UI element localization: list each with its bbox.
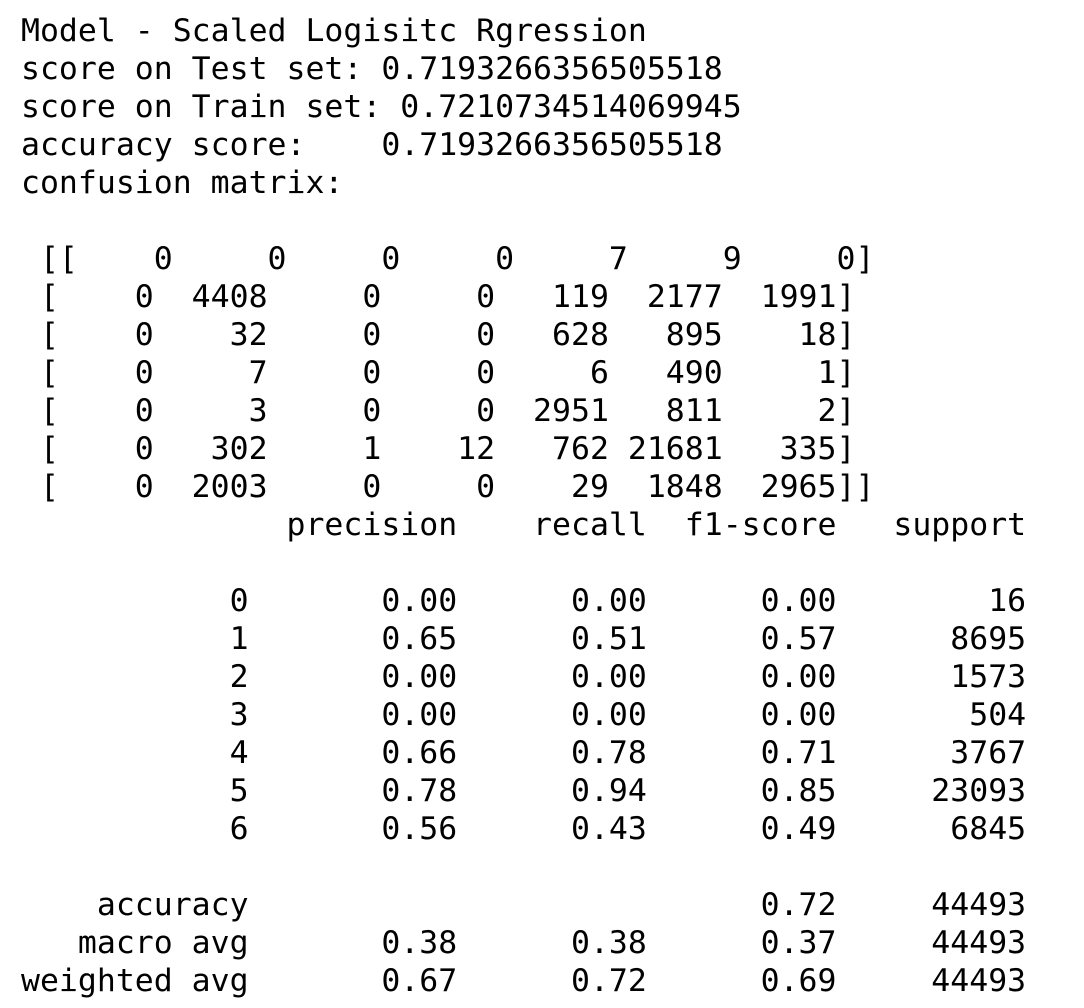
test-score-line: score on Test set: 0.7193266356505518 xyxy=(21,51,723,87)
report-row: 1 0.65 0.51 0.57 8695 xyxy=(21,621,1027,657)
report-row: 6 0.56 0.43 0.49 6845 xyxy=(21,811,1027,847)
confusion-matrix-row: [ 0 302 1 12 762 21681 335] xyxy=(21,431,856,467)
classification-report-header: precision recall f1-score support xyxy=(21,507,1027,543)
confusion-matrix-row: [ 0 7 0 0 6 490 1] xyxy=(21,355,856,391)
report-row: 0 0.00 0.00 0.00 16 xyxy=(21,583,1027,619)
report-row: 4 0.66 0.78 0.71 3767 xyxy=(21,735,1027,771)
model-title-line: Model - Scaled Logisitc Rgression xyxy=(21,13,647,49)
confusion-matrix-row: [ 0 3 0 0 2951 811 2] xyxy=(21,393,856,429)
accuracy-score-line: accuracy score: 0.7193266356505518 xyxy=(21,127,723,163)
report-weighted-avg-row: weighted avg 0.67 0.72 0.69 44493 xyxy=(21,963,1027,999)
confusion-matrix-row: [ 0 4408 0 0 119 2177 1991] xyxy=(21,279,856,315)
confusion-matrix-label: confusion matrix: xyxy=(21,165,344,201)
confusion-matrix-row: [ 0 32 0 0 628 895 18] xyxy=(21,317,856,353)
train-score-line: score on Train set: 0.7210734514069945 xyxy=(21,89,742,125)
report-row: 2 0.00 0.00 0.00 1573 xyxy=(21,659,1027,695)
confusion-matrix-row: [ 0 2003 0 0 29 1848 2965]] xyxy=(21,469,875,505)
report-row: 3 0.00 0.00 0.00 504 xyxy=(21,697,1027,733)
confusion-matrix-row: [[ 0 0 0 0 7 9 0] xyxy=(21,241,875,277)
console-output: Model - Scaled Logisitc Rgression score o… xyxy=(21,12,1026,1000)
report-macro-avg-row: macro avg 0.38 0.38 0.37 44493 xyxy=(21,925,1027,961)
report-accuracy-row: accuracy 0.72 44493 xyxy=(21,887,1027,923)
report-row: 5 0.78 0.94 0.85 23093 xyxy=(21,773,1027,809)
